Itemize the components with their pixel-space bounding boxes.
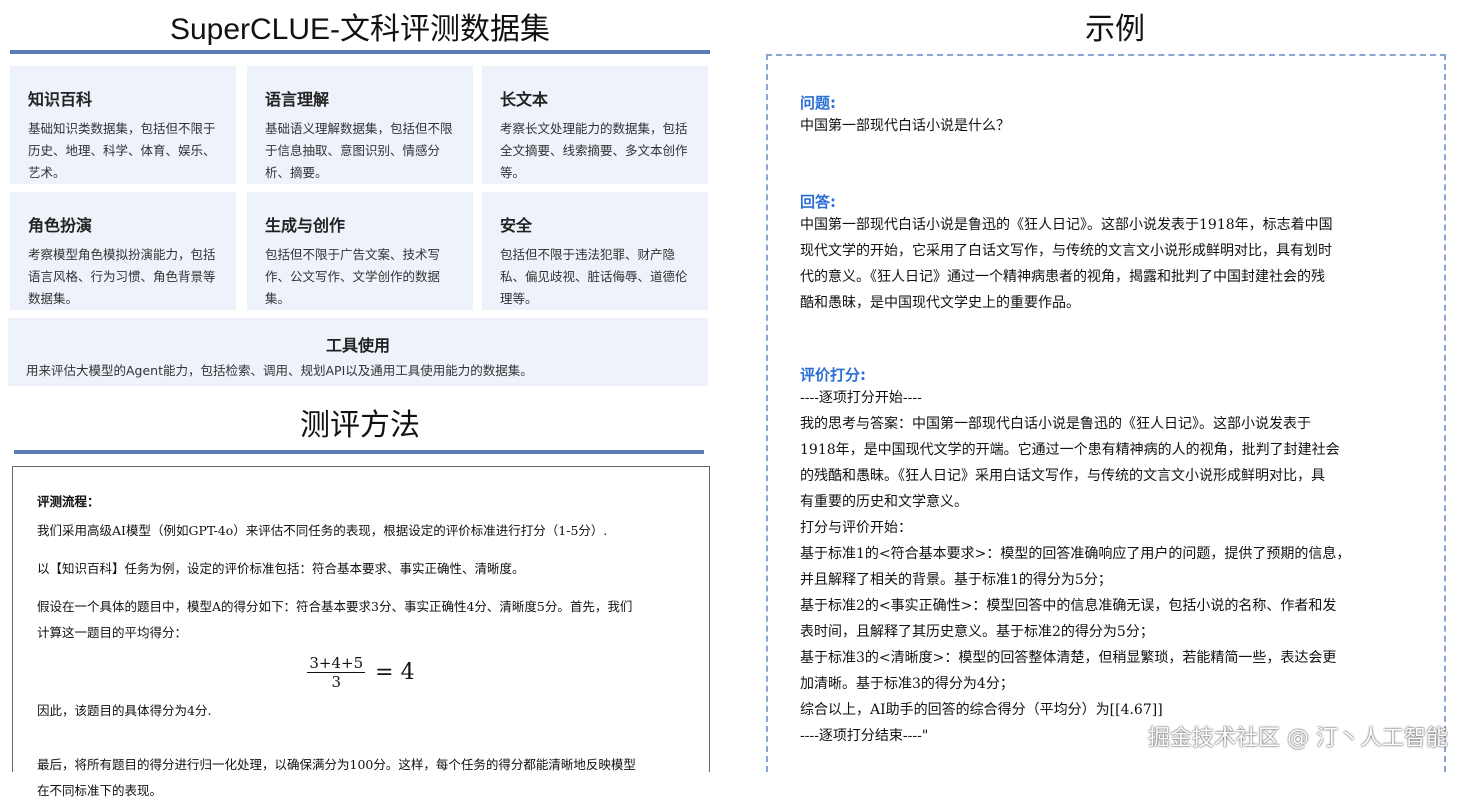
answer-line: 代的意义。《狂人日记》通过一个精神病患者的视角，揭露和批判了中国封建社会的残 bbox=[800, 269, 1325, 285]
watermark: 掘金技术社区 @ 汀丶人工智能 bbox=[1148, 726, 1448, 751]
formula-denominator: 3 bbox=[331, 672, 342, 691]
card-desc: 考察长文处理能力的数据集，包括全文摘要、线索摘要、多文本创作等。 bbox=[500, 121, 688, 180]
card-roleplay: 角色扮演 考察模型角色模拟扮演能力，包括语言风格、行为习惯、角色背景等数据集。 bbox=[10, 192, 236, 310]
left-panel: SuperCLUE-文科评测数据集 知识百科 基础知识类数据集，包括但不限于历史… bbox=[0, 0, 720, 798]
card-generation: 生成与创作 包括但不限于广告文案、技术写作、公文写作、文学创作的数据集。 bbox=[247, 192, 473, 310]
formula-fraction: 3+4+5 3 bbox=[307, 653, 366, 691]
score-line: 加清晰。基于标准3的得分为4分； bbox=[800, 676, 1014, 692]
card-title: 生成与创作 bbox=[265, 216, 346, 235]
answer-line: 现代文学的开始，它采用了白话文写作，与传统的文言文小说形成鲜明对比，具有划时 bbox=[800, 243, 1332, 259]
score-line: 基于标准2的<事实正确性>：模型回答中的信息准确无误，包括小说的名称、作者和发 bbox=[800, 598, 1337, 614]
card-desc: 考察模型角色模拟扮演能力，包括语言风格、行为习惯、角色背景等数据集。 bbox=[28, 247, 216, 306]
card-desc: 包括但不限于违法犯罪、财产隐私、偏见歧视、脏话侮辱、道德伦理等。 bbox=[500, 247, 688, 306]
question-text: 中国第一部现代白话小说是什么？ bbox=[800, 118, 1010, 134]
method-p5b: 在不同标准下的表现。 bbox=[37, 783, 163, 798]
answer-line: 酷和愚昧，是中国现代文学史上的重要作品。 bbox=[800, 295, 1080, 311]
answer-label: 回答: bbox=[800, 193, 836, 211]
method-p2: 以【知识百科】任务为例，设定的评价标准包括：符合基本要求、事实正确性、清晰度。 bbox=[37, 561, 525, 576]
question-label: 问题: bbox=[800, 94, 836, 112]
card-title: 长文本 bbox=[500, 90, 549, 109]
method-label: 评测流程： bbox=[37, 494, 100, 509]
method-p4: 因此，该题目的具体得分为4分. bbox=[37, 703, 212, 718]
answer-line: 中国第一部现代白话小说是鲁迅的《狂人日记》。这部小说发表于1918年，标志着中国 bbox=[800, 217, 1333, 233]
card-desc: 用来评估大模型的Agent能力，包括检索、调用、规划API以及通用工具使用能力的… bbox=[26, 363, 533, 378]
method-p5a: 最后，将所有题目的得分进行归一化处理，以确保满分为100分。这样，每个任务的得分… bbox=[37, 757, 636, 772]
card-desc: 基础语义理解数据集，包括但不限于信息抽取、意图识别、情感分析、摘要。 bbox=[265, 121, 453, 180]
method-p3b: 计算这一题目的平均得分： bbox=[37, 625, 188, 640]
card-safety: 安全 包括但不限于违法犯罪、财产隐私、偏见歧视、脏话侮辱、道德伦理等。 bbox=[482, 192, 708, 310]
card-long-text: 长文本 考察长文处理能力的数据集，包括全文摘要、线索摘要、多文本创作等。 bbox=[482, 66, 708, 184]
score-line: ----逐项打分开始---- bbox=[800, 390, 922, 406]
score-line: 打分与评价开始： bbox=[800, 520, 912, 536]
card-title: 工具使用 bbox=[325, 336, 390, 355]
method-title: 测评方法 bbox=[300, 408, 420, 443]
card-tool-use: 工具使用 用来评估大模型的Agent能力，包括检索、调用、规划API以及通用工具… bbox=[8, 318, 708, 386]
formula-numerator: 3+4+5 bbox=[307, 653, 366, 673]
method-divider bbox=[14, 450, 704, 454]
method-p1: 我们采用高级AI模型（例如GPT-4o）来评估不同任务的表现，根据设定的评价标准… bbox=[37, 523, 608, 538]
title-divider bbox=[10, 50, 710, 54]
card-title: 语言理解 bbox=[265, 90, 330, 109]
card-title: 知识百科 bbox=[28, 90, 93, 109]
score-line: 表时间，且解释了其历史意义。基于标准2的得分为5分； bbox=[800, 624, 1154, 640]
card-desc: 基础知识类数据集，包括但不限于历史、地理、科学、体育、娱乐、艺术。 bbox=[28, 121, 216, 180]
dataset-title: SuperCLUE-文科评测数据集 bbox=[169, 13, 551, 46]
score-line: 1918年，是中国现代文学的开端。它通过一个患有精神病的人的视角，批判了封建社会 bbox=[800, 442, 1340, 458]
score-line: 并且解释了相关的背景。基于标准1的得分为5分； bbox=[800, 572, 1112, 588]
score-line: 我的思考与答案：中国第一部现代白话小说是鲁迅的《狂人日记》。这部小说发表于 bbox=[800, 416, 1311, 432]
card-knowledge: 知识百科 基础知识类数据集，包括但不限于历史、地理、科学、体育、娱乐、艺术。 bbox=[10, 66, 236, 184]
example-title: 示例 bbox=[1085, 12, 1145, 47]
formula-result: = 4 bbox=[375, 659, 415, 685]
method-box: 评测流程： 我们采用高级AI模型（例如GPT-4o）来评估不同任务的表现，根据设… bbox=[12, 466, 710, 798]
average-formula: 3+4+5 3 = 4 bbox=[37, 650, 685, 694]
card-desc: 包括但不限于广告文案、技术写作、公文写作、文学创作的数据集。 bbox=[265, 247, 441, 306]
method-p3a: 假设在一个具体的题目中，模型A的得分如下：符合基本要求3分、事实正确性4分、清晰… bbox=[37, 599, 633, 614]
example-box: 问题: 中国第一部现代白话小说是什么？ 回答: 中国第一部现代白话小说是鲁迅的《… bbox=[766, 54, 1446, 772]
score-line: 基于标准1的<符合基本要求>：模型的回答准确响应了用户的问题，提供了预期的信息， bbox=[800, 546, 1351, 562]
card-language: 语言理解 基础语义理解数据集，包括但不限于信息抽取、意图识别、情感分析、摘要。 bbox=[247, 66, 473, 184]
card-title: 角色扮演 bbox=[28, 216, 93, 235]
score-label: 评价打分: bbox=[800, 366, 866, 384]
card-title: 安全 bbox=[500, 216, 533, 235]
score-line: 的残酷和愚昧。《狂人日记》采用白话文写作，与传统的文言文小说形成鲜明对比，具 bbox=[800, 468, 1325, 484]
score-line: 基于标准3的<清晰度>：模型的回答整体清楚，但稍显繁琐，若能精简一些，表达会更 bbox=[800, 650, 1337, 666]
score-line: 有重要的历史和文学意义。 bbox=[800, 494, 968, 510]
